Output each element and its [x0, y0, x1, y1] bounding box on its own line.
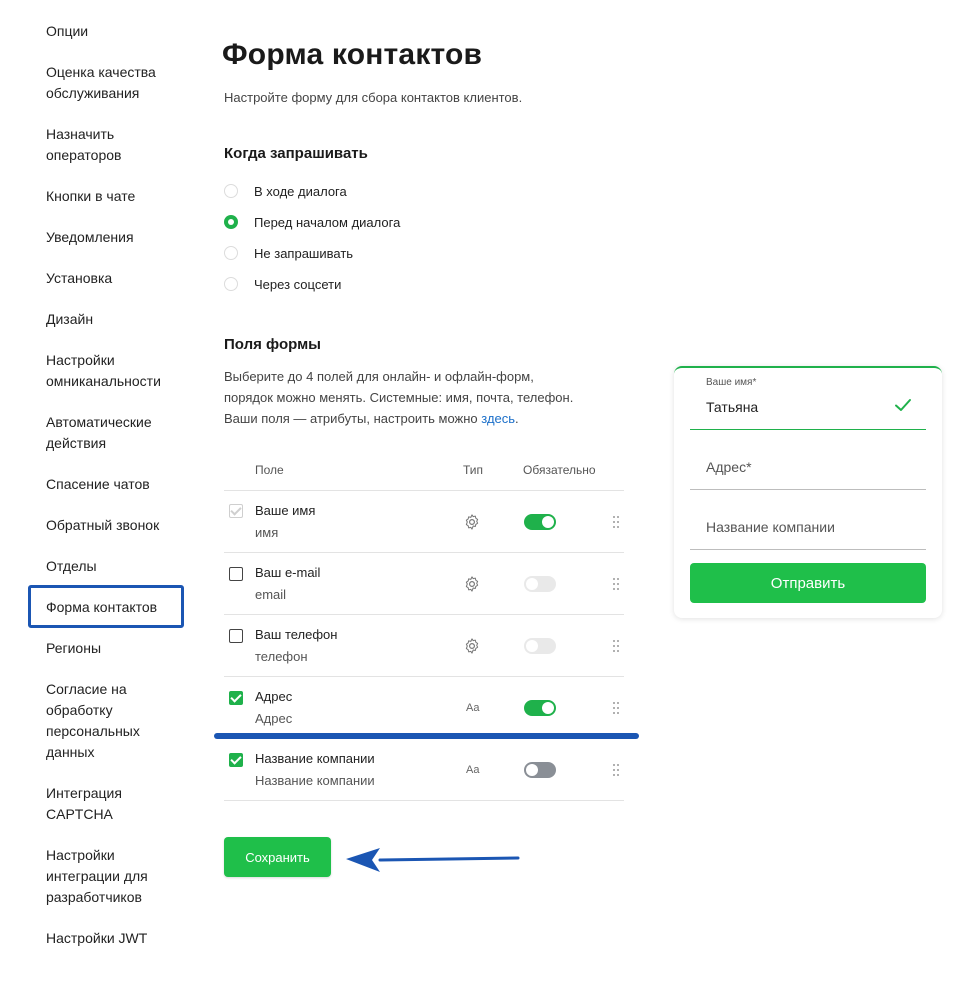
field-checkbox — [229, 504, 243, 518]
desc-line: Ваши поля — атрибуты, настроить можно — [224, 411, 482, 426]
sidebar-item-developer-integration[interactable]: Настройки интеграции для разработчиков — [46, 845, 156, 908]
divider — [224, 490, 624, 491]
field-checkbox[interactable] — [229, 691, 243, 705]
page-title: Форма контактов — [222, 38, 483, 71]
radio-button[interactable] — [224, 246, 238, 260]
drag-handle-icon[interactable] — [612, 639, 620, 653]
divider — [224, 552, 624, 553]
field-checkbox[interactable] — [229, 753, 243, 767]
preview-company-input[interactable]: Название компании — [706, 519, 835, 535]
drag-handle-icon[interactable] — [612, 763, 620, 777]
sidebar-item-jwt[interactable]: Настройки JWT — [46, 928, 186, 949]
field-key: имя — [255, 525, 279, 540]
field-name: Ваш e-mail — [255, 565, 321, 580]
column-header-required: Обязательно — [523, 463, 596, 477]
sidebar-item-captcha[interactable]: Интеграция CAPTCHA — [46, 783, 136, 825]
field-key: Название компании — [255, 773, 375, 788]
fields-description: Выберите до 4 полей для онлайн- и офлайн… — [224, 366, 614, 429]
sidebar-item-departments[interactable]: Отделы — [46, 556, 186, 577]
sidebar-item-auto-actions[interactable]: Автоматические действия — [46, 412, 186, 454]
radio-button-selected[interactable] — [224, 215, 238, 229]
field-name: Название компании — [255, 751, 375, 766]
input-underline — [690, 549, 926, 550]
sidebar-item-service-rating[interactable]: Оценка качества обслуживания — [46, 62, 186, 104]
gear-icon[interactable] — [463, 575, 481, 593]
divider — [224, 676, 624, 677]
check-icon — [895, 399, 911, 411]
divider — [224, 614, 624, 615]
required-toggle[interactable] — [524, 762, 556, 778]
radio-via-social[interactable]: Через соцсети — [224, 274, 341, 294]
drag-handle-icon[interactable] — [612, 701, 620, 715]
text-type-icon: Aa — [466, 764, 480, 776]
radio-label: Перед началом диалога — [254, 214, 401, 230]
field-checkbox[interactable] — [229, 567, 243, 581]
sidebar-item-chat-buttons[interactable]: Кнопки в чате — [46, 186, 186, 207]
sidebar-item-chat-rescue[interactable]: Спасение чатов — [46, 474, 186, 495]
required-toggle[interactable] — [524, 576, 556, 592]
sidebar-item-regions[interactable]: Регионы — [46, 638, 186, 659]
radio-label: Через соцсети — [254, 276, 342, 292]
field-key: телефон — [255, 649, 308, 664]
field-name: Ваш телефон — [255, 627, 338, 642]
radio-before-dialog[interactable]: Перед началом диалога — [224, 212, 400, 232]
sidebar-item-personal-data-consent[interactable]: Согласие на обработку персональных данны… — [46, 679, 146, 763]
radio-do-not-ask[interactable]: Не запрашивать — [224, 243, 353, 263]
field-name: Адрес — [255, 689, 293, 704]
divider — [224, 800, 624, 801]
required-toggle[interactable] — [524, 700, 556, 716]
desc-line: порядок можно менять. Системные: имя, по… — [224, 390, 574, 405]
input-underline — [690, 429, 926, 430]
sidebar-item-installation[interactable]: Установка — [46, 268, 186, 289]
required-toggle[interactable] — [524, 638, 556, 654]
sidebar-item-contact-form[interactable]: Форма контактов — [46, 597, 186, 618]
column-header-field: Поле — [255, 463, 284, 477]
preview-send-button[interactable]: Отправить — [690, 563, 926, 603]
radio-label: Не запрашивать — [254, 245, 354, 261]
gear-icon[interactable] — [463, 637, 481, 655]
column-header-type: Тип — [463, 463, 484, 477]
sidebar-item-omnichannel[interactable]: Настройки омниканальности — [46, 350, 186, 392]
preview-name-input[interactable]: Татьяна — [706, 399, 758, 415]
sidebar-item-callback[interactable]: Обратный звонок — [46, 515, 186, 536]
fields-heading: Поля формы — [224, 336, 321, 353]
radio-button[interactable] — [224, 277, 238, 291]
save-button[interactable]: Сохранить — [224, 837, 331, 877]
radio-button[interactable] — [224, 184, 238, 198]
attributes-link[interactable]: здесь — [481, 411, 515, 426]
preview-name-label: Ваше имя* — [706, 377, 757, 388]
drag-handle-icon[interactable] — [612, 577, 620, 591]
sidebar-item-notifications[interactable]: Уведомления — [46, 227, 186, 248]
page-subtitle: Настройте форму для сбора контактов клие… — [224, 90, 523, 105]
text-type-icon: Aa — [466, 702, 480, 714]
sidebar-item-assign-operators[interactable]: Назначить операторов — [46, 124, 186, 166]
gear-icon[interactable] — [463, 513, 481, 531]
sidebar-item-design[interactable]: Дизайн — [46, 309, 186, 330]
radio-during-dialog[interactable]: В ходе диалога — [224, 181, 347, 201]
desc-period: . — [515, 411, 519, 426]
preview-address-input[interactable]: Адрес* — [706, 459, 752, 475]
field-key: Адрес — [255, 711, 293, 726]
annotation-arrow-icon — [346, 848, 520, 872]
radio-label: В ходе диалога — [254, 183, 347, 199]
drag-handle-icon[interactable] — [612, 515, 620, 529]
field-name: Ваше имя — [255, 503, 316, 518]
annotation-underline — [214, 733, 639, 739]
field-checkbox[interactable] — [229, 629, 243, 643]
input-underline — [690, 489, 926, 490]
field-key: email — [255, 587, 287, 602]
when-heading: Когда запрашивать — [224, 145, 368, 162]
sidebar-item-options[interactable]: Опции — [46, 21, 186, 42]
required-toggle[interactable] — [524, 514, 556, 530]
desc-line: Выберите до 4 полей для онлайн- и офлайн… — [224, 369, 534, 384]
